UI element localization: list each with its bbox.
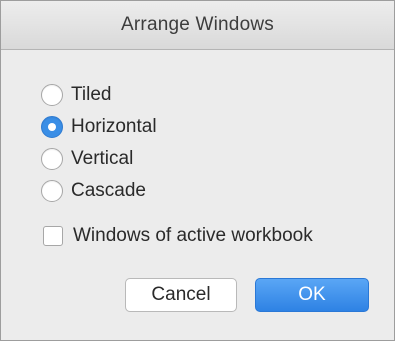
radio-label-vertical: Vertical	[71, 148, 134, 169]
arrange-windows-dialog: Arrange Windows Tiled Horizontal Vertica…	[0, 0, 395, 341]
radio-label-horizontal: Horizontal	[71, 116, 157, 137]
radio-selected-dot	[48, 123, 56, 131]
radio-button-vertical[interactable]	[41, 148, 63, 170]
cancel-button[interactable]: Cancel	[125, 278, 237, 312]
radio-option-tiled[interactable]: Tiled	[41, 81, 111, 109]
radio-label-tiled: Tiled	[71, 84, 112, 105]
active-workbook-checkbox[interactable]	[43, 226, 63, 246]
radio-label-cascade: Cascade	[71, 180, 146, 201]
active-workbook-label: Windows of active workbook	[73, 225, 313, 246]
dialog-content: Tiled Horizontal Vertical Cascade Window…	[1, 50, 394, 340]
radio-button-cascade[interactable]	[41, 180, 63, 202]
ok-button[interactable]: OK	[255, 278, 369, 312]
dialog-titlebar[interactable]: Arrange Windows	[1, 1, 394, 50]
radio-option-cascade[interactable]: Cascade	[41, 177, 146, 205]
active-workbook-option[interactable]: Windows of active workbook	[43, 222, 313, 250]
radio-button-horizontal[interactable]	[41, 116, 63, 138]
radio-option-vertical[interactable]: Vertical	[41, 145, 133, 173]
radio-option-horizontal[interactable]: Horizontal	[41, 113, 157, 141]
radio-button-tiled[interactable]	[41, 84, 63, 106]
dialog-title: Arrange Windows	[121, 14, 274, 35]
